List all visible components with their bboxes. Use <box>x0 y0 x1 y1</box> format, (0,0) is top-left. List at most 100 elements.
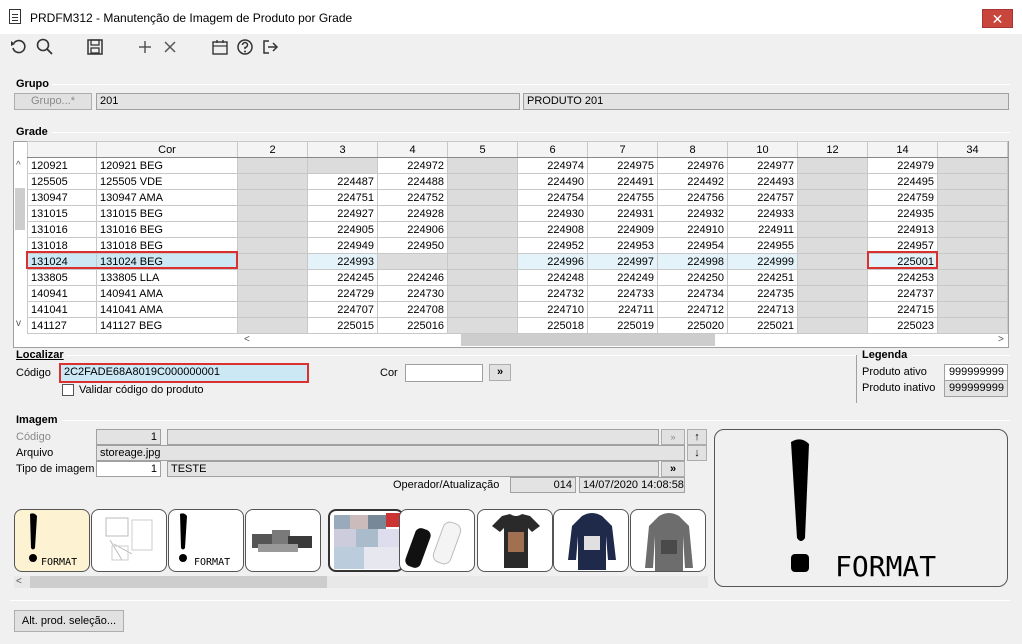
grade-size-cell[interactable]: 224711 <box>587 301 658 318</box>
alt-prod-selecao-button[interactable]: Alt. prod. seleção... <box>14 610 124 632</box>
save-icon[interactable] <box>85 37 105 57</box>
grade-text-cell[interactable]: 130947 AMA <box>96 189 238 206</box>
grade-size-cell[interactable]: 224950 <box>377 237 448 254</box>
grade-text-cell[interactable]: 133805 LLA <box>96 269 238 286</box>
grade-size-cell[interactable]: 225021 <box>727 317 798 334</box>
scroll-down-icon[interactable]: v <box>16 318 21 329</box>
grade-size-cell[interactable]: 224905 <box>307 221 378 238</box>
grade-size-cell[interactable]: 224245 <box>307 269 378 286</box>
grade-size-cell[interactable] <box>237 157 308 174</box>
grade-size-cell[interactable]: 224997 <box>587 253 658 270</box>
delete-icon[interactable] <box>160 37 180 57</box>
close-button[interactable]: ✕ <box>982 9 1013 28</box>
imagem-search-button[interactable]: » <box>661 429 685 445</box>
grade-text-cell[interactable]: 131016 BEG <box>96 221 238 238</box>
grade-size-cell[interactable] <box>797 301 868 318</box>
thumbnail-format-1[interactable]: FORMAT <box>14 509 90 572</box>
grade-text-cell[interactable]: 130947 <box>27 189 97 206</box>
grupo-description-field[interactable]: PRODUTO 201 <box>523 93 1009 110</box>
grade-size-cell[interactable]: 224911 <box>727 221 798 238</box>
grade-size-cell[interactable]: 224999 <box>727 253 798 270</box>
grade-row[interactable]: 133805 133805 LLA 224245 224246 224248 224249… <box>27 269 1008 286</box>
grade-size-cell[interactable] <box>797 221 868 238</box>
grade-size-cell[interactable]: 224488 <box>377 173 448 190</box>
grade-size-cell[interactable]: 224248 <box>517 269 588 286</box>
grade-size-cell[interactable] <box>237 205 308 222</box>
grade-size-cell[interactable] <box>937 189 1008 206</box>
grade-row[interactable]: 141127 141127 BEG 225015 225016 225018 225019… <box>27 317 1008 334</box>
grade-size-cell[interactable] <box>797 253 868 270</box>
arquivo-field[interactable]: storeage.jpg <box>96 445 685 461</box>
grade-size-cell[interactable]: 225018 <box>517 317 588 334</box>
thumbnail-format-2[interactable]: FORMAT <box>168 509 244 572</box>
grade-size-cell[interactable] <box>937 157 1008 174</box>
grade-size-cell[interactable]: 224977 <box>727 157 798 174</box>
grade-size-cell[interactable] <box>237 285 308 302</box>
grade-size-cell[interactable]: 224487 <box>307 173 378 190</box>
grade-size-cell[interactable] <box>237 301 308 318</box>
grade-size-cell[interactable]: 224491 <box>587 173 658 190</box>
grade-column-header[interactable]: 2 <box>237 141 308 158</box>
grade-column-header[interactable]: 5 <box>447 141 518 158</box>
move-down-icon[interactable]: ↓ <box>687 445 707 461</box>
grade-size-cell[interactable] <box>237 237 308 254</box>
grade-size-cell[interactable]: 225019 <box>587 317 658 334</box>
grade-size-cell[interactable]: 224729 <box>307 285 378 302</box>
grade-size-cell[interactable] <box>937 221 1008 238</box>
grade-size-cell[interactable]: 224715 <box>867 301 938 318</box>
grade-size-cell[interactable] <box>237 221 308 238</box>
grade-size-cell[interactable] <box>797 173 868 190</box>
grade-size-cell[interactable] <box>937 285 1008 302</box>
grade-size-cell[interactable]: 225015 <box>307 317 378 334</box>
grade-size-cell[interactable]: 224954 <box>657 237 728 254</box>
calendar-icon[interactable] <box>210 37 230 57</box>
grade-size-cell[interactable] <box>447 253 518 270</box>
grade-text-cell[interactable]: 131016 <box>27 221 97 238</box>
grade-size-cell[interactable] <box>447 157 518 174</box>
grade-size-cell[interactable]: 224933 <box>727 205 798 222</box>
grade-text-cell[interactable]: 140941 AMA <box>96 285 238 302</box>
thumbnail-threads[interactable] <box>399 509 475 572</box>
grupo-code-field[interactable]: 201 <box>96 93 520 110</box>
grade-column-header[interactable] <box>27 141 97 158</box>
grade-column-header[interactable]: 12 <box>797 141 868 158</box>
thumbnail-collage[interactable] <box>328 509 404 572</box>
grade-size-cell[interactable]: 224713 <box>727 301 798 318</box>
grade-size-cell[interactable]: 224712 <box>657 301 728 318</box>
grade-size-cell[interactable]: 224751 <box>307 189 378 206</box>
grade-size-cell[interactable]: 224949 <box>307 237 378 254</box>
grade-column-header[interactable]: 4 <box>377 141 448 158</box>
grade-text-cell[interactable]: 141127 <box>27 317 97 334</box>
grade-size-cell[interactable]: 224759 <box>867 189 938 206</box>
thumbnails-scroll-left-icon[interactable]: < <box>16 576 22 587</box>
grade-size-cell[interactable] <box>307 157 378 174</box>
grade-size-cell[interactable] <box>237 173 308 190</box>
grade-row[interactable]: 131016 131016 BEG 224905 224906 224908 224909… <box>27 221 1008 238</box>
grade-size-cell[interactable]: 224246 <box>377 269 448 286</box>
grade-size-cell[interactable]: 224710 <box>517 301 588 318</box>
grade-size-cell[interactable] <box>797 205 868 222</box>
vertical-scrollbar-thumb[interactable] <box>15 188 25 230</box>
grade-size-cell[interactable] <box>237 189 308 206</box>
grade-size-cell[interactable]: 224707 <box>307 301 378 318</box>
grade-column-header[interactable]: 3 <box>307 141 378 158</box>
move-up-icon[interactable]: ↑ <box>687 429 707 445</box>
grade-size-cell[interactable]: 224952 <box>517 237 588 254</box>
thumbnail-sketch[interactable] <box>91 509 167 572</box>
grade-size-cell[interactable]: 225023 <box>867 317 938 334</box>
grade-text-cell[interactable]: 140941 <box>27 285 97 302</box>
grade-size-cell[interactable]: 224930 <box>517 205 588 222</box>
thumbnail-shoes[interactable] <box>245 509 321 572</box>
thumbnail-hoodie-navy[interactable] <box>553 509 629 572</box>
grade-size-cell[interactable] <box>937 253 1008 270</box>
grade-size-cell[interactable]: 224253 <box>867 269 938 286</box>
grade-text-cell[interactable]: 131015 BEG <box>96 205 238 222</box>
grade-size-cell[interactable]: 224733 <box>587 285 658 302</box>
grade-column-header[interactable]: 6 <box>517 141 588 158</box>
grade-row[interactable]: 130947 130947 AMA 224751 224752 224754 224755… <box>27 189 1008 206</box>
grade-size-cell[interactable]: 224975 <box>587 157 658 174</box>
grade-size-cell[interactable]: 224993 <box>307 253 378 270</box>
grade-size-cell[interactable]: 224906 <box>377 221 448 238</box>
grade-text-cell[interactable]: 125505 <box>27 173 97 190</box>
grade-size-cell[interactable]: 224909 <box>587 221 658 238</box>
